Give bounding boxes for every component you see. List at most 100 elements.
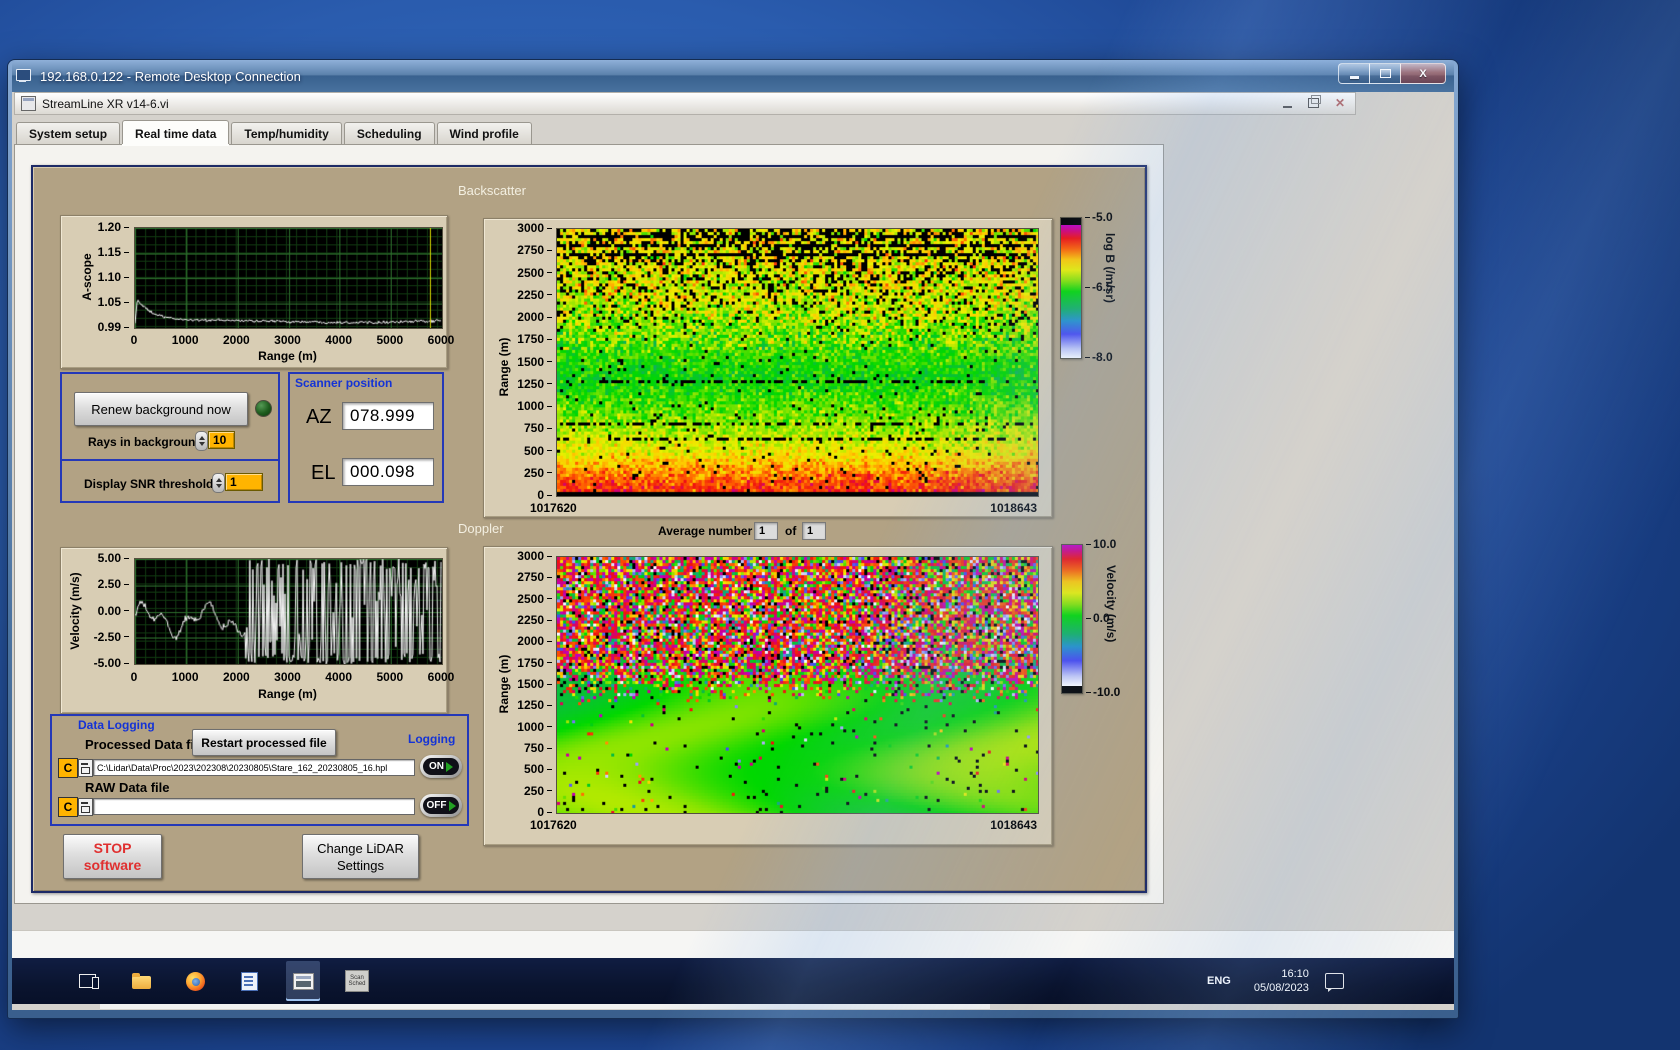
taskbar-under-strip	[100, 1004, 990, 1009]
scanner-position-title: Scanner position	[295, 376, 393, 390]
backscatter-colorbar	[1060, 217, 1082, 359]
tick-label: 1500	[517, 677, 552, 691]
taskbar-streamline-app-button[interactable]	[286, 961, 320, 1001]
task-view-icon	[78, 974, 99, 989]
tick-label: 750	[524, 421, 552, 435]
tick-label: 5000	[376, 333, 404, 347]
taskbar: Scan Sched ENG 16:10 05/08/2023	[12, 958, 1454, 1004]
rdp-titlebar[interactable]: 192.168.0.122 - Remote Desktop Connectio…	[12, 60, 1454, 92]
ascope-x-axis-label: Range (m)	[258, 349, 317, 363]
tick-label: 2250	[517, 613, 552, 627]
tab-system-setup[interactable]: System setup	[16, 122, 121, 144]
backscatter-time-start: 1017620	[530, 501, 577, 515]
taskbar-firefox-button[interactable]	[178, 961, 212, 1001]
backscatter-plot-area[interactable]	[556, 228, 1039, 497]
of-number-field[interactable]: 1	[802, 522, 826, 540]
snr-value-field[interactable]: 1	[225, 473, 263, 491]
restart-processed-file-button[interactable]: Restart processed file	[192, 729, 336, 756]
rdp-close-button[interactable]: X	[1400, 63, 1446, 84]
app-titlebar[interactable]: StreamLine XR v14-6.vi ✕	[14, 92, 1356, 115]
tick-label: 5.00	[98, 551, 129, 565]
snr-spinner[interactable]	[212, 473, 225, 493]
notification-icon[interactable]	[1324, 973, 1344, 992]
tick-label: 2250	[517, 288, 552, 302]
ascope-x-ticks: 0 1000 2000 3000 4000 5000 6000	[131, 333, 455, 347]
tab-real-time-data[interactable]: Real time data	[122, 120, 230, 144]
backscatter-time-end: 1018643	[990, 501, 1037, 515]
minimize-icon	[1349, 75, 1359, 79]
tick-label: 500	[524, 762, 552, 776]
change-lidar-settings-button[interactable]: Change LiDAR Settings	[302, 834, 419, 879]
ascope-plot-area[interactable]	[134, 227, 443, 329]
taskbar-scan-scheduler-button[interactable]: Scan Sched	[340, 961, 374, 1001]
backscatter-colorbar-ticks: -5.0 -6.5 -8.0	[1085, 210, 1127, 364]
tick-label: 1750	[517, 656, 552, 670]
tick-label: 4000	[325, 670, 353, 684]
language-indicator[interactable]: ENG	[1200, 969, 1238, 993]
renew-background-button[interactable]: Renew background now	[74, 392, 248, 426]
taskbar-date: 05/08/2023	[1253, 982, 1309, 994]
scan-scheduler-icon: Scan Sched	[345, 970, 369, 992]
azimuth-field[interactable]: 078.999	[342, 402, 434, 430]
doppler-y-ticks: 3000 2750 2500 2250 2000 1750 1500 1250 1000 750 5…	[510, 549, 552, 819]
velocity-plot-area[interactable]	[134, 558, 443, 665]
desktop-strip	[12, 930, 1454, 959]
data-logging-title: Data Logging	[78, 718, 155, 732]
scanner-position-box: Scanner position AZ 078.999 EL 000.098	[288, 372, 444, 503]
processed-drive-selector[interactable]: C	[58, 758, 78, 778]
processed-browse-icon[interactable]	[78, 759, 93, 777]
toggle-arrow-icon	[448, 800, 456, 811]
tick-label: -6.5	[1085, 280, 1113, 294]
tab-scheduling[interactable]: Scheduling	[343, 122, 435, 144]
velocity-y-ticks: 5.00 2.50 0.00 -2.50 -5.00	[79, 551, 129, 670]
velocity-plot-canvas	[135, 559, 442, 664]
tick-label: 3000	[517, 221, 552, 235]
rays-spinner[interactable]	[195, 431, 208, 451]
stop-software-button[interactable]: STOP software	[63, 834, 162, 879]
rdp-maximize-button[interactable]	[1369, 63, 1401, 84]
tick-label: 0	[537, 805, 552, 819]
tick-label: 1250	[517, 377, 552, 391]
tick-label: 5000	[376, 670, 404, 684]
tick-label: 6000	[427, 670, 455, 684]
azimuth-label: AZ	[306, 406, 332, 428]
tick-label: 1500	[517, 355, 552, 369]
backscatter-colorbar-label: log B (/m/sr)	[1103, 233, 1117, 304]
raw-browse-icon[interactable]	[78, 798, 93, 816]
tick-label: 3000	[517, 549, 552, 563]
processed-path-field[interactable]: C:\Lidar\Data\Proc\2023\202308\20230805\…	[93, 759, 415, 776]
remote-desktop-icon	[16, 69, 33, 83]
tab-temp-humidity[interactable]: Temp/humidity	[231, 122, 342, 144]
tick-label: 250	[524, 784, 552, 798]
processed-logging-toggle[interactable]: ON	[420, 755, 462, 778]
toggle-arrow-icon	[446, 761, 453, 772]
average-number-label: Average number	[658, 524, 753, 538]
folder-icon	[131, 973, 151, 989]
tab-wind-profile[interactable]: Wind profile	[436, 122, 532, 144]
tick-label: 0.0	[1086, 611, 1110, 625]
app-minimize-button[interactable]	[1282, 106, 1292, 108]
average-number-field[interactable]: 1	[754, 522, 778, 540]
tick-label: 2750	[517, 243, 552, 257]
tick-label: 2.50	[98, 577, 129, 591]
raw-drive-selector[interactable]: C	[58, 797, 78, 817]
taskbar-notepad-button[interactable]	[232, 961, 266, 1001]
doppler-plot-area[interactable]	[556, 556, 1039, 814]
app-close-button[interactable]: ✕	[1335, 97, 1345, 109]
raw-logging-toggle[interactable]: OFF	[420, 794, 462, 817]
doppler-colorbar-ticks: 10.0 0.0 -10.0	[1086, 537, 1132, 699]
labview-front-panel: A-scope 1.20 1.15 1.10 1.05 0.99 0 1000 2000 30…	[31, 165, 1147, 893]
taskbar-clock[interactable]: 16:10 05/08/2023	[1254, 967, 1309, 995]
doppler-title: Doppler	[458, 521, 504, 536]
tick-label: 2500	[517, 266, 552, 280]
rays-value-field[interactable]: 10	[208, 431, 235, 449]
rdp-minimize-button[interactable]	[1338, 63, 1370, 84]
taskbar-task-view-button[interactable]	[70, 961, 104, 1001]
tick-label: 2000	[222, 670, 250, 684]
raw-path-field[interactable]	[93, 798, 415, 815]
taskbar-file-explorer-button[interactable]	[124, 961, 158, 1001]
tick-label: 2000	[517, 310, 552, 324]
app-restore-button[interactable]	[1307, 95, 1321, 108]
of-label: of	[785, 524, 797, 538]
elevation-field[interactable]: 000.098	[342, 458, 434, 486]
